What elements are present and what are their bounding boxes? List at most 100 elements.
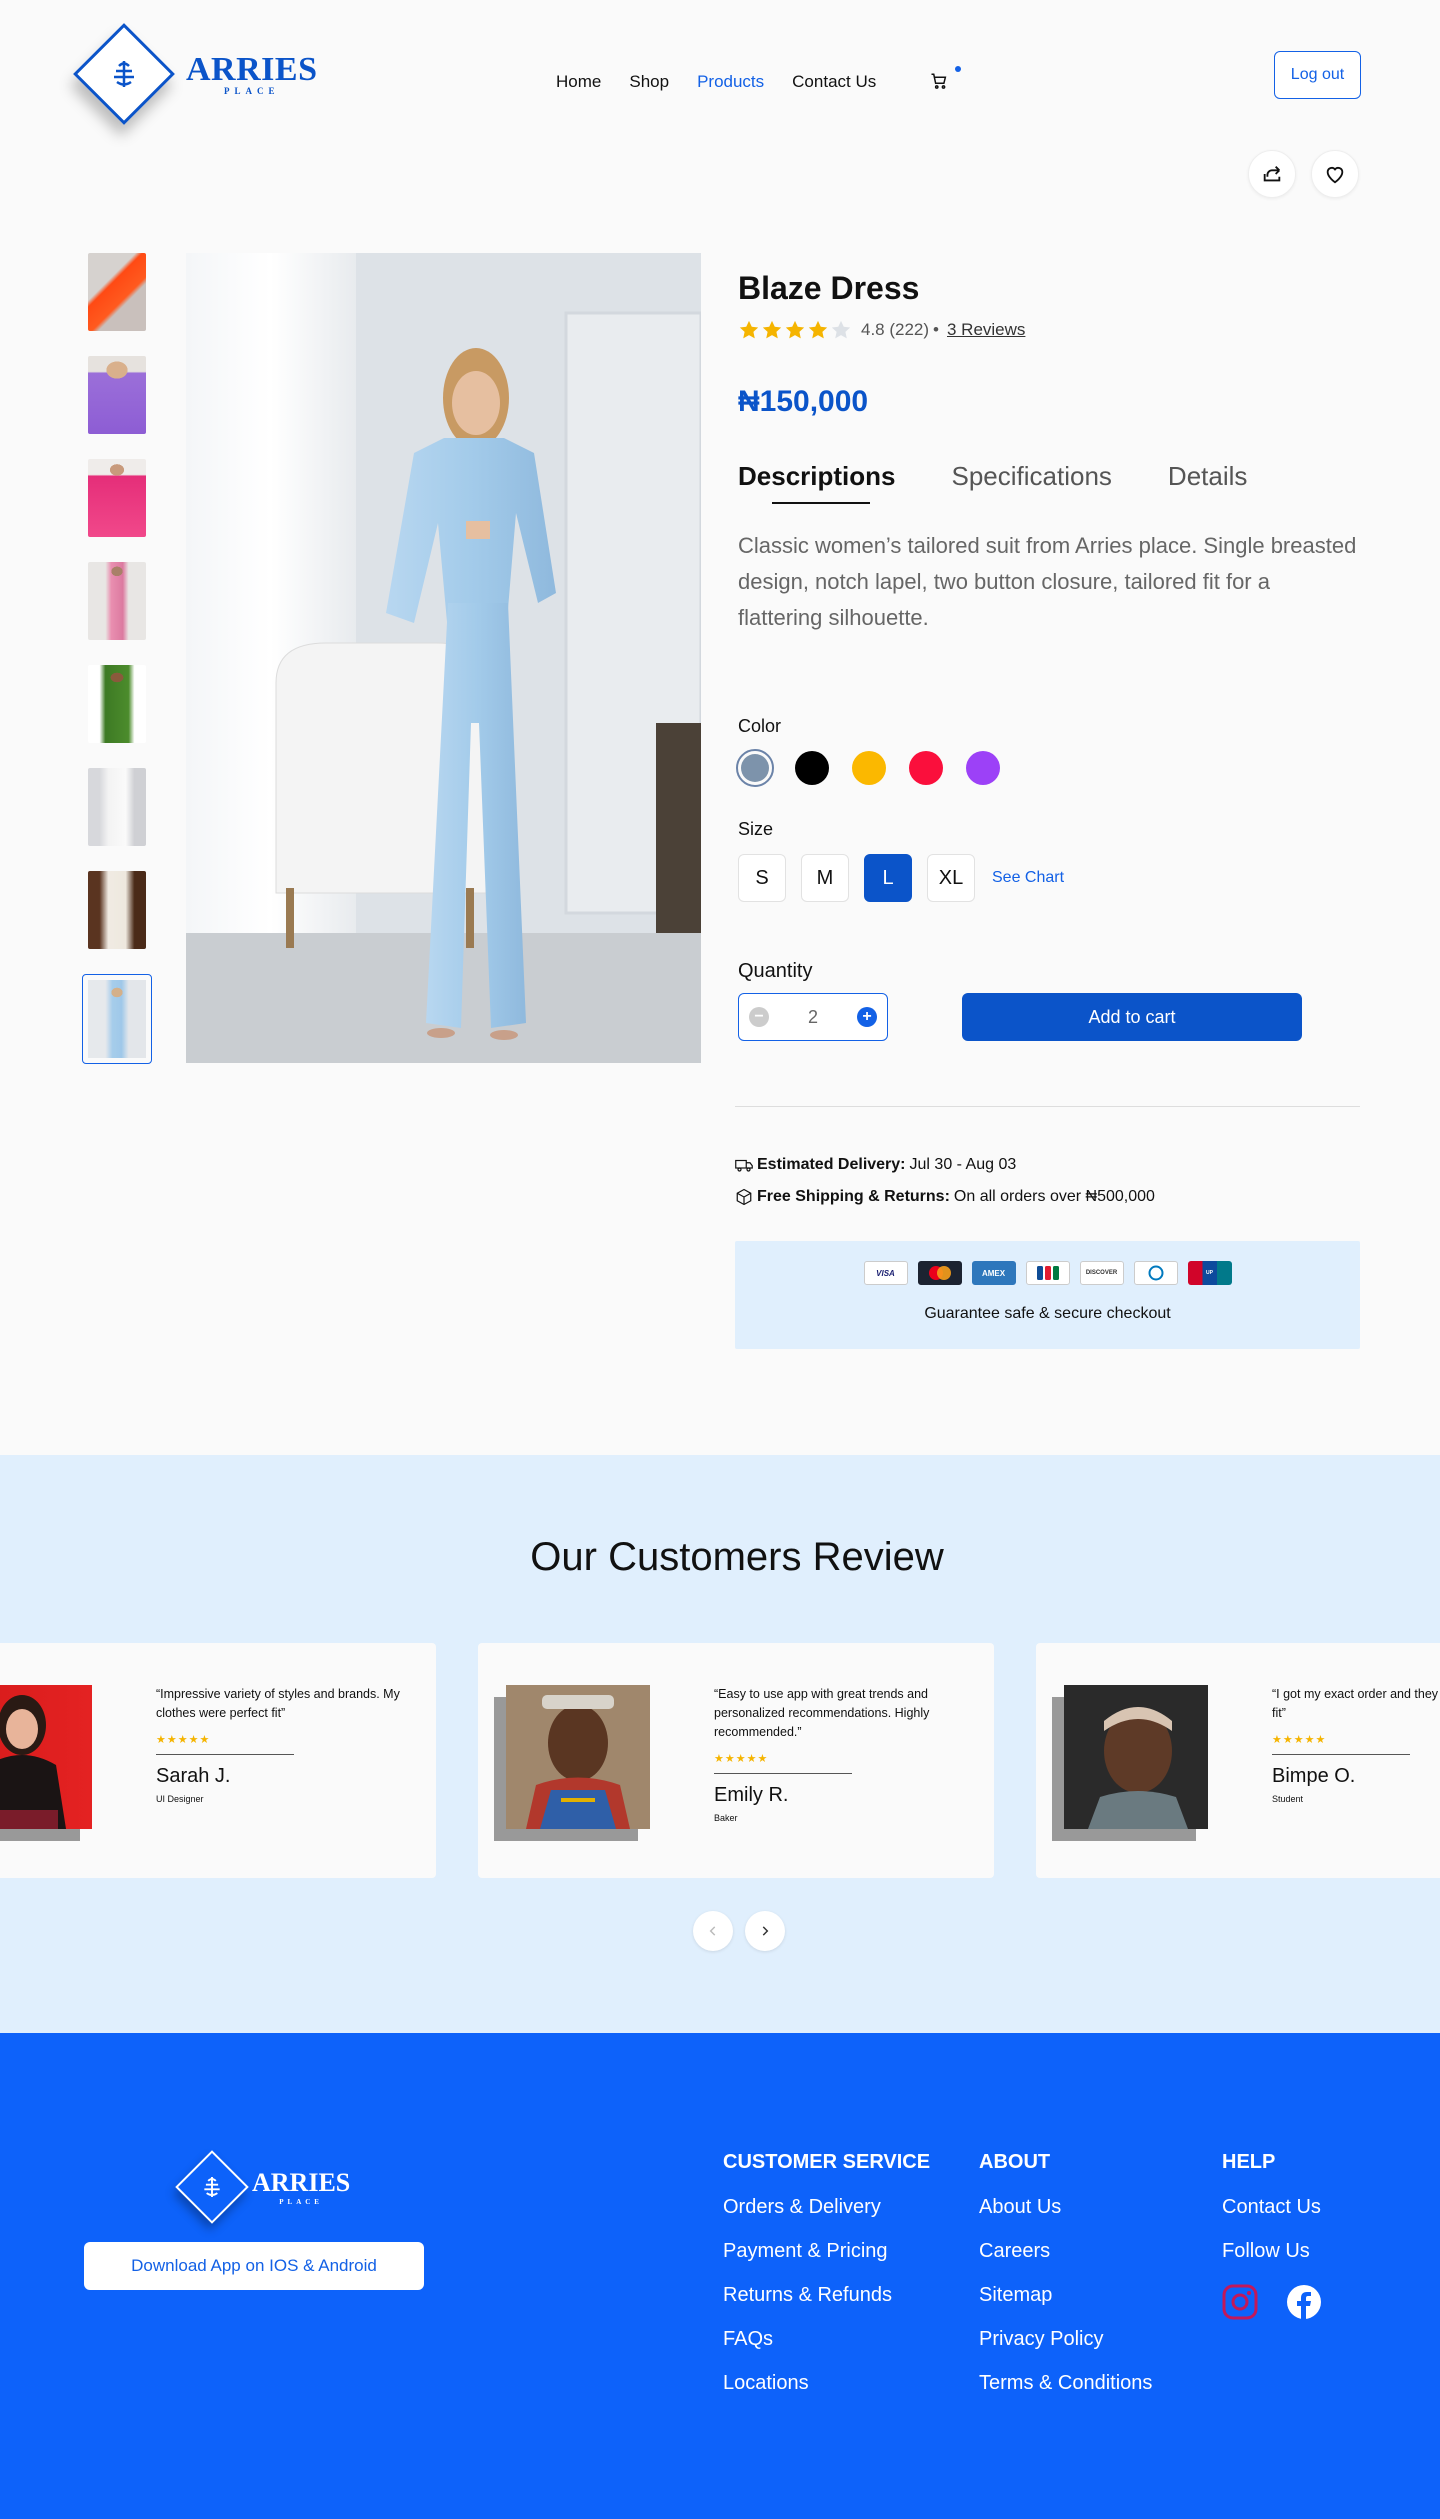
- thumbnail[interactable]: [88, 253, 146, 331]
- footer-heading: CUSTOMER SERVICE: [723, 2151, 931, 2173]
- thumbnail[interactable]: [88, 768, 146, 846]
- footer-link[interactable]: Sitemap: [979, 2284, 1152, 2308]
- instagram-icon[interactable]: [1222, 2284, 1258, 2325]
- size-option[interactable]: S: [738, 854, 786, 902]
- carousel-prev-button[interactable]: [693, 1911, 733, 1951]
- size-option[interactable]: XL: [927, 854, 975, 902]
- thumbnail[interactable]: [88, 871, 146, 949]
- carousel-next-button[interactable]: [745, 1911, 785, 1951]
- logout-button[interactable]: Log out: [1274, 51, 1361, 99]
- reviewer-photo: [1064, 1685, 1208, 1829]
- review-quote: “Impressive variety of styles and brands…: [156, 1687, 400, 1720]
- heart-icon: [1326, 167, 1344, 184]
- nav-home[interactable]: Home: [556, 72, 601, 92]
- footer-link[interactable]: Payment & Pricing: [723, 2240, 930, 2264]
- thumbnail-list: [82, 253, 152, 1064]
- discover-icon: DISCOVER: [1079, 1261, 1124, 1285]
- share-button[interactable]: [1248, 150, 1296, 198]
- color-swatch-selected[interactable]: [736, 749, 774, 787]
- color-swatch[interactable]: [909, 751, 943, 785]
- shipping-label: Free Shipping & Returns:: [757, 1188, 950, 1205]
- footer-link[interactable]: Careers: [979, 2240, 1152, 2264]
- see-chart-link[interactable]: See Chart: [992, 869, 1064, 887]
- tab-descriptions[interactable]: Descriptions: [738, 461, 896, 504]
- footer-logo[interactable]: ARRIES PLACE: [175, 2150, 351, 2224]
- reviewer-role: Student: [1272, 1794, 1304, 1804]
- brand-logo[interactable]: ARRIES PLACE: [73, 23, 318, 125]
- footer-heading: HELP: [1222, 2151, 1276, 2173]
- footer-link[interactable]: Contact Us: [1222, 2196, 1322, 2220]
- star-icon: [762, 320, 782, 339]
- review-stars: ★★★★★: [156, 1734, 211, 1746]
- color-swatch[interactable]: [966, 751, 1000, 785]
- nav-products[interactable]: Products: [697, 72, 764, 92]
- footer-link[interactable]: Locations: [723, 2372, 930, 2396]
- review-card: “Impressive variety of styles and brands…: [0, 1643, 436, 1878]
- logo-emblem: [73, 23, 175, 125]
- thumbnail[interactable]: [88, 562, 146, 640]
- brand-tagline: PLACE: [223, 85, 280, 96]
- color-swatch[interactable]: [795, 751, 829, 785]
- rating-row: 4.8 (222) • 3 Reviews: [738, 319, 1358, 341]
- download-app-button[interactable]: Download App on IOS & Android: [84, 2242, 424, 2290]
- amex-icon: AMEX: [971, 1261, 1016, 1285]
- wishlist-button[interactable]: [1311, 150, 1359, 198]
- facebook-icon[interactable]: [1286, 2284, 1322, 2325]
- package-icon: [736, 1188, 752, 1206]
- tab-details[interactable]: Details: [1168, 461, 1247, 504]
- footer-about: ABOUT About Us Careers Sitemap Privacy P…: [979, 2151, 1152, 2416]
- reviewer-role: UI Designer: [156, 1794, 204, 1804]
- color-swatch[interactable]: [852, 751, 886, 785]
- mastercard-icon: [917, 1261, 962, 1285]
- unionpay-icon: UP: [1187, 1261, 1232, 1285]
- chevron-left-icon: [709, 1926, 716, 1936]
- thumbnail-selected[interactable]: [82, 974, 152, 1064]
- review-stars: ★★★★★: [714, 1753, 769, 1765]
- reviewer-name: Sarah J.: [156, 1765, 231, 1787]
- color-label: Color: [738, 716, 782, 736]
- logo-emblem: [175, 2150, 249, 2224]
- product-tabs: Descriptions Specifications Details: [738, 461, 1358, 504]
- footer-link[interactable]: Follow Us: [1222, 2240, 1322, 2264]
- thumbnail[interactable]: [88, 356, 146, 434]
- size-option[interactable]: M: [801, 854, 849, 902]
- footer-customer-service: CUSTOMER SERVICE Orders & Delivery Payme…: [723, 2151, 930, 2416]
- footer-link[interactable]: Terms & Conditions: [979, 2372, 1152, 2396]
- star-rating: [738, 319, 853, 341]
- size-option-selected[interactable]: L: [864, 854, 912, 902]
- cart-icon[interactable]: [930, 72, 950, 92]
- footer-link[interactable]: Privacy Policy: [979, 2328, 1152, 2352]
- truck-icon: [735, 1159, 753, 1172]
- rating-value: 4.8 (222): [861, 320, 930, 339]
- footer-link[interactable]: Orders & Delivery: [723, 2196, 930, 2220]
- product-description: Classic women’s tailored suit from Arrie…: [738, 533, 1357, 630]
- increment-button[interactable]: +: [856, 1007, 877, 1027]
- thumbnail[interactable]: [88, 665, 146, 743]
- product-price: ₦150,000: [738, 385, 869, 418]
- reviews-link[interactable]: 3 Reviews: [947, 320, 1025, 340]
- thumbnail[interactable]: [88, 459, 146, 537]
- footer: ARRIES PLACE Download App on IOS & Andro…: [0, 2033, 1440, 2519]
- footer-link[interactable]: Returns & Refunds: [723, 2284, 930, 2308]
- decrement-button[interactable]: −: [749, 1007, 769, 1027]
- brand-name: ARRIES: [186, 50, 318, 88]
- review-quote: “I got my exact order and they were perf…: [1272, 1687, 1440, 1720]
- reviewer-photo: [506, 1685, 650, 1829]
- footer-brand-name: ARRIES: [252, 2168, 351, 2197]
- quantity-label: Quantity: [738, 960, 813, 982]
- color-options: [736, 749, 1358, 787]
- add-to-cart-button[interactable]: Add to cart: [962, 993, 1302, 1041]
- divider: [735, 1106, 1360, 1107]
- reviewer-name: Bimpe O.: [1272, 1765, 1356, 1787]
- reviewer-photo: [0, 1685, 92, 1829]
- share-icon: [1263, 166, 1281, 182]
- nav-contact[interactable]: Contact Us: [792, 72, 876, 92]
- star-empty-icon: [831, 320, 851, 339]
- tab-specifications[interactable]: Specifications: [952, 461, 1112, 504]
- delivery-info: Estimated Delivery: Jul 30 - Aug 03 Free…: [735, 1154, 1155, 1218]
- footer-link[interactable]: FAQs: [723, 2328, 930, 2352]
- nav-shop[interactable]: Shop: [629, 72, 669, 92]
- footer-link[interactable]: About Us: [979, 2196, 1152, 2220]
- footer-heading: ABOUT: [979, 2151, 1051, 2173]
- quantity-value[interactable]: 2: [808, 1007, 818, 1028]
